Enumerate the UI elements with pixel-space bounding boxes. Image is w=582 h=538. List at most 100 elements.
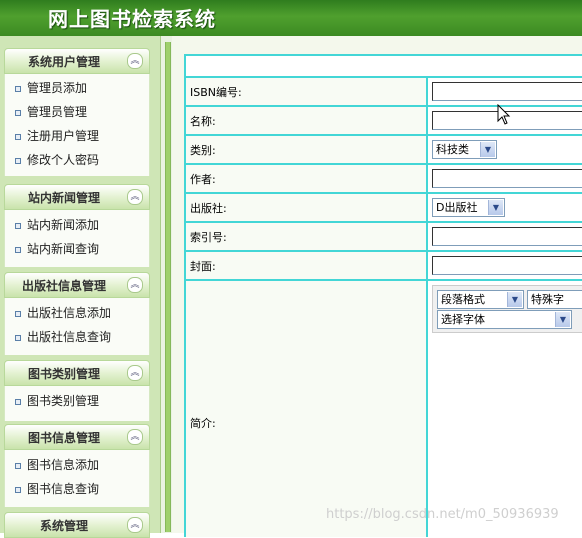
square-bullet-icon (15, 86, 21, 92)
form-row-author: 作者: (186, 163, 582, 192)
form-value-cell (428, 165, 582, 192)
app-title: 网上图书检索系统 (48, 7, 216, 31)
sidebar-item-book-query[interactable]: 图书信息查询 (5, 477, 149, 501)
square-bullet-icon (15, 223, 21, 229)
chevron-down-icon[interactable]: ▼ (480, 142, 495, 157)
sidebar-item-book-add[interactable]: 图书信息添加 (5, 453, 149, 477)
form-label-cell: ISBN编号: (186, 78, 428, 105)
double-chevron-up-icon[interactable]: ︽ (127, 429, 143, 445)
form-value-cell (428, 252, 582, 279)
section-header[interactable]: 出版社信息管理 ︽ (4, 272, 150, 298)
form-label-cell: 名称: (186, 107, 428, 134)
sidebar-section-publisher-management: 出版社信息管理 ︽ 出版社信息添加 出版社信息查询 (4, 272, 150, 355)
section-header[interactable]: 图书信息管理 ︽ (4, 424, 150, 450)
index-label: 索引号: (190, 231, 227, 244)
sidebar-item-admin-add[interactable]: 管理员添加 (5, 76, 149, 100)
header-banner: 网上图书检索系统 (0, 0, 582, 36)
square-bullet-icon (15, 399, 21, 405)
section-header[interactable]: 系统管理 ︽ (4, 512, 150, 538)
section-title: 系统管理 (39, 519, 88, 533)
publisher-selected: D出版社 (436, 201, 478, 214)
double-chevron-up-icon[interactable]: ︽ (127, 53, 143, 69)
paragraph-format-selected: 段落格式 (441, 293, 485, 306)
font-select[interactable]: 选择字体 ▼ (437, 310, 572, 329)
section-title: 图书类别管理 (27, 367, 100, 381)
publisher-select[interactable]: D出版社 ▼ (432, 198, 505, 217)
section-body: 图书类别管理 (4, 386, 150, 421)
form-label-cell: 作者: (186, 165, 428, 192)
sidebar-item-publisher-query[interactable]: 出版社信息查询 (5, 325, 149, 349)
intro-label: 简介: (190, 417, 216, 430)
main-content: ISBN编号: 名称: 类别: 科技类 ▼ 作者: 出版社: D出版社 ▼ 索引… (172, 36, 582, 537)
section-body: 管理员添加 管理员管理 注册用户管理 修改个人密码 (4, 74, 150, 176)
watermark: https://blog.csdn.net/m0_50936939 (326, 507, 559, 522)
isbn-input[interactable] (432, 82, 582, 101)
category-selected: 科技类 (436, 143, 469, 156)
square-bullet-icon (15, 311, 21, 317)
sidebar-item-label: 管理员添加 (27, 81, 88, 95)
cover-label: 封面: (190, 260, 216, 273)
section-title: 站内新闻管理 (27, 191, 100, 205)
special-chars-select[interactable]: 特殊字 (527, 290, 582, 309)
double-chevron-up-icon[interactable]: ︽ (127, 189, 143, 205)
square-bullet-icon (15, 134, 21, 140)
mouse-pointer-icon (497, 104, 511, 125)
form-label-cell: 简介: (186, 281, 428, 537)
splitter-bar[interactable] (165, 42, 171, 532)
sidebar-item-change-password[interactable]: 修改个人密码 (5, 148, 149, 172)
form-label-cell: 出版社: (186, 194, 428, 221)
chevron-down-icon[interactable]: ▼ (555, 312, 570, 327)
font-selected: 选择字体 (441, 313, 485, 326)
chevron-down-icon[interactable]: ▼ (507, 292, 522, 307)
sidebar-section-system-management: 系统管理 ︽ (4, 512, 150, 538)
form-label-cell: 封面: (186, 252, 428, 279)
sidebar-item-publisher-add[interactable]: 出版社信息添加 (5, 301, 149, 325)
form-label-cell: 索引号: (186, 223, 428, 250)
sidebar-item-news-query[interactable]: 站内新闻查询 (5, 237, 149, 261)
sidebar-section-news-management: 站内新闻管理 ︽ 站内新闻添加 站内新闻查询 (4, 184, 150, 267)
form-row-intro: 简介: 段落格式 ▼ 特殊字 选择字体 ▼ (186, 279, 582, 537)
section-header[interactable]: 图书类别管理 ︽ (4, 360, 150, 386)
sidebar-item-label: 注册用户管理 (27, 129, 100, 143)
section-header[interactable]: 站内新闻管理 ︽ (4, 184, 150, 210)
sidebar-section-user-management: 系统用户管理 ︽ 管理员添加 管理员管理 注册用户管理 修改个人密码 (4, 48, 150, 176)
sidebar-item-label: 站内新闻查询 (27, 242, 100, 256)
chevron-down-icon[interactable]: ▼ (488, 200, 503, 215)
book-add-form: ISBN编号: 名称: 类别: 科技类 ▼ 作者: 出版社: D出版社 ▼ 索引… (184, 54, 582, 537)
double-chevron-up-icon[interactable]: ︽ (127, 517, 143, 533)
section-title: 系统用户管理 (27, 55, 100, 69)
sidebar-item-label: 管理员管理 (27, 105, 88, 119)
form-value-cell: D出版社 ▼ (428, 194, 582, 221)
sidebar-item-category-manage[interactable]: 图书类别管理 (5, 389, 149, 413)
form-row-name: 名称: (186, 105, 582, 134)
isbn-label: ISBN编号: (190, 86, 242, 99)
double-chevron-up-icon[interactable]: ︽ (127, 277, 143, 293)
author-input[interactable] (432, 169, 582, 188)
square-bullet-icon (15, 487, 21, 493)
square-bullet-icon (15, 110, 21, 116)
sidebar-item-label: 出版社信息添加 (27, 306, 112, 320)
form-row-publisher: 出版社: D出版社 ▼ (186, 192, 582, 221)
double-chevron-up-icon[interactable]: ︽ (127, 365, 143, 381)
sidebar-item-registered-users[interactable]: 注册用户管理 (5, 124, 149, 148)
publisher-label: 出版社: (190, 202, 227, 215)
sidebar-item-label: 出版社信息查询 (27, 330, 112, 344)
section-title: 图书信息管理 (27, 431, 100, 445)
form-value-cell: 科技类 ▼ (428, 136, 582, 163)
form-value-cell: 段落格式 ▼ 特殊字 选择字体 ▼ (428, 281, 582, 537)
sidebar-item-news-add[interactable]: 站内新闻添加 (5, 213, 149, 237)
form-row-isbn: ISBN编号: (186, 76, 582, 105)
name-label: 名称: (190, 115, 216, 128)
section-header[interactable]: 系统用户管理 ︽ (4, 48, 150, 74)
index-input[interactable] (432, 227, 582, 246)
sidebar-section-book-management: 图书信息管理 ︽ 图书信息添加 图书信息查询 (4, 424, 150, 507)
paragraph-format-select[interactable]: 段落格式 ▼ (437, 290, 524, 309)
form-value-cell (428, 223, 582, 250)
form-value-cell (428, 78, 582, 105)
section-body: 站内新闻添加 站内新闻查询 (4, 210, 150, 267)
category-select[interactable]: 科技类 ▼ (432, 140, 497, 159)
cover-input[interactable] (432, 256, 582, 275)
sidebar-item-admin-manage[interactable]: 管理员管理 (5, 100, 149, 124)
rich-text-editor-toolbar: 段落格式 ▼ 特殊字 选择字体 ▼ (432, 285, 582, 333)
section-body: 图书信息添加 图书信息查询 (4, 450, 150, 507)
